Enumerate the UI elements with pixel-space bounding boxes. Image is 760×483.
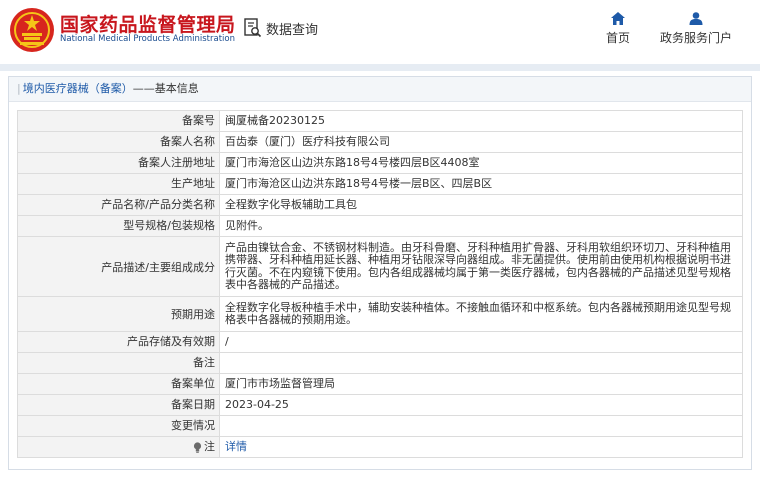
field-label: 备注 bbox=[17, 352, 220, 374]
nav-home[interactable]: 首页 bbox=[606, 12, 630, 46]
field-label: 生产地址 bbox=[17, 173, 220, 195]
field-label: 变更情况 bbox=[17, 415, 220, 437]
nav-home-label: 首页 bbox=[606, 31, 631, 45]
field-label: 备案单位 bbox=[17, 373, 220, 395]
field-label: 备案号 bbox=[17, 110, 220, 132]
table-row: 变更情况 bbox=[17, 415, 743, 437]
table-row: 备案号 闽厦械备20230125 bbox=[17, 110, 743, 132]
field-value: 2023-04-25 bbox=[219, 394, 743, 416]
field-value: 闽厦械备20230125 bbox=[219, 110, 743, 132]
detail-panel: | 境内医疗器械（备案）——基本信息 备案号 闽厦械备20230125 备案人名称… bbox=[8, 76, 752, 470]
field-value: 百齿泰（厦门）医疗科技有限公司 bbox=[219, 131, 743, 153]
detail-table: 备案号 闽厦械备20230125 备案人名称 百齿泰（厦门）医疗科技有限公司 备… bbox=[17, 110, 743, 458]
table-row: 预期用途 全程数字化导板种植手术中，辅助安装种植体。不接触血循环和中枢系统。包内… bbox=[17, 296, 743, 332]
nav-service-portal[interactable]: 政务服务门户 bbox=[660, 12, 732, 46]
field-label: 备案人名称 bbox=[17, 131, 220, 153]
table-row: 备注 bbox=[17, 352, 743, 374]
table-row: 备案人名称 百齿泰（厦门）医疗科技有限公司 bbox=[17, 131, 743, 153]
field-label: 预期用途 bbox=[17, 296, 220, 332]
panel-title: | 境内医疗器械（备案）——基本信息 bbox=[9, 77, 751, 102]
site-title-en: National Medical Products Administration bbox=[60, 34, 235, 44]
site-header: 国家药品监督管理局 National Medical Products Admi… bbox=[0, 0, 760, 64]
field-value: 厦门市海沧区山边洪东路18号4号楼四层B区4408室 bbox=[219, 152, 743, 174]
field-label: 备案日期 bbox=[17, 394, 220, 416]
field-value: 全程数字化导板辅助工具包 bbox=[219, 194, 743, 216]
table-row: 生产地址 厦门市海沧区山边洪东路18号4号楼一层B区、四层B区 bbox=[17, 173, 743, 195]
field-value bbox=[219, 415, 743, 437]
national-emblem-icon bbox=[10, 8, 54, 52]
field-label: 型号规格/包装规格 bbox=[17, 215, 220, 237]
field-value: / bbox=[219, 331, 743, 353]
panel-title-section: ——基本信息 bbox=[132, 82, 199, 95]
search-document-icon bbox=[244, 18, 262, 38]
nav-service-portal-label: 政务服务门户 bbox=[660, 31, 733, 45]
panel-title-category: 境内医疗器械（备案） bbox=[22, 82, 133, 95]
note-label-cell: 注 bbox=[17, 436, 220, 458]
details-link[interactable]: 详情 bbox=[225, 440, 247, 453]
data-query-label: 数据查询 bbox=[266, 22, 319, 38]
table-row: 产品描述/主要组成成分 产品由镍钛合金、不锈钢材料制造。由牙科骨磨、牙科种植用扩… bbox=[17, 236, 743, 297]
table-row: 注 详情 bbox=[17, 436, 743, 458]
table-row: 产品名称/产品分类名称 全程数字化导板辅助工具包 bbox=[17, 194, 743, 216]
field-value bbox=[219, 352, 743, 374]
site-title-cn: 国家药品监督管理局 bbox=[60, 14, 236, 36]
home-icon bbox=[611, 12, 625, 25]
title-marker: | bbox=[17, 82, 21, 95]
table-row: 产品存储及有效期 / bbox=[17, 331, 743, 353]
table-row: 备案日期 2023-04-25 bbox=[17, 394, 743, 416]
table-row: 备案单位 厦门市市场监督管理局 bbox=[17, 373, 743, 395]
field-label: 备案人注册地址 bbox=[17, 152, 220, 174]
field-value: 厦门市海沧区山边洪东路18号4号楼一层B区、四层B区 bbox=[219, 173, 743, 195]
field-value-cell: 详情 bbox=[219, 436, 743, 458]
field-value: 全程数字化导板种植手术中，辅助安装种植体。不接触血循环和中枢系统。包内各器械预期… bbox=[219, 296, 743, 332]
field-value: 产品由镍钛合金、不锈钢材料制造。由牙科骨磨、牙科种植用扩骨器、牙科用软组织环切刀… bbox=[219, 236, 743, 297]
field-label: 注 bbox=[204, 440, 215, 453]
table-row: 型号规格/包装规格 见附件。 bbox=[17, 215, 743, 237]
data-query-link[interactable]: 数据查询 bbox=[244, 18, 318, 38]
field-label: 产品存储及有效期 bbox=[17, 331, 220, 353]
field-value: 见附件。 bbox=[219, 215, 743, 237]
field-value: 厦门市市场监督管理局 bbox=[219, 373, 743, 395]
user-icon bbox=[689, 12, 703, 25]
field-label: 产品名称/产品分类名称 bbox=[17, 194, 220, 216]
lightbulb-icon bbox=[193, 441, 202, 453]
header-divider bbox=[0, 64, 760, 71]
field-label: 产品描述/主要组成成分 bbox=[17, 236, 220, 297]
table-row: 备案人注册地址 厦门市海沧区山边洪东路18号4号楼四层B区4408室 bbox=[17, 152, 743, 174]
